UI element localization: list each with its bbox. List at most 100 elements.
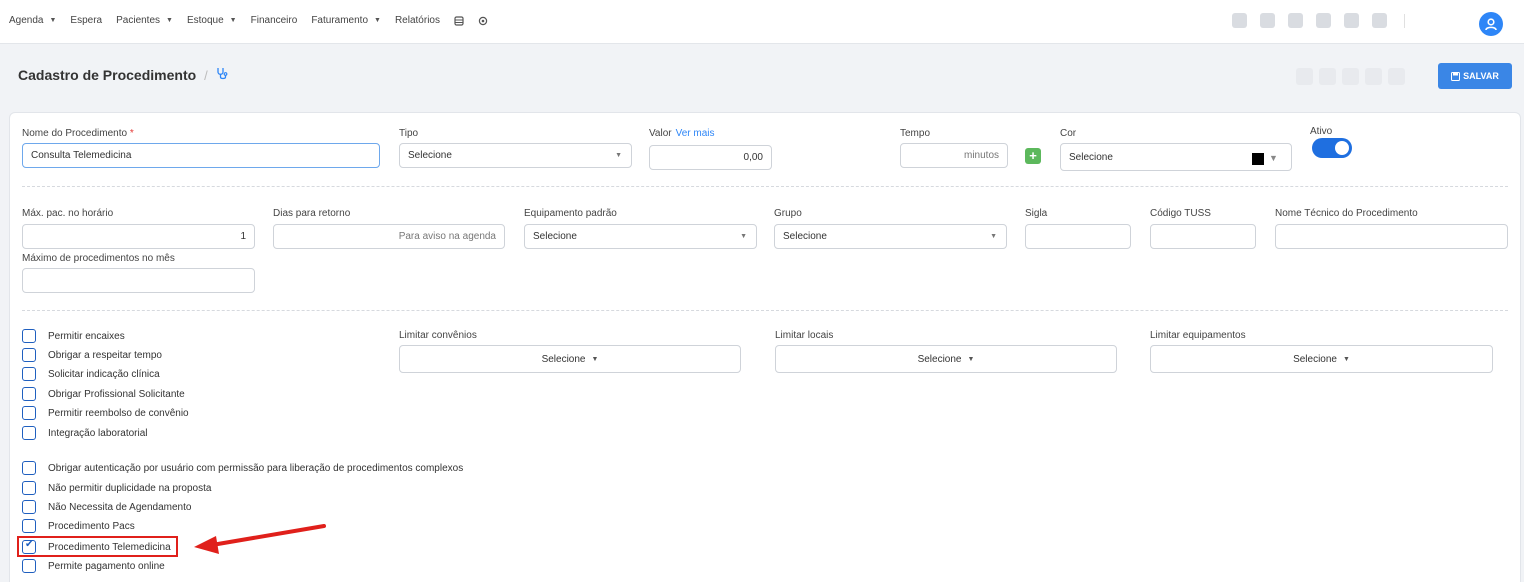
tipo-select[interactable]: Selecione ▼ [399,143,632,168]
action-icon[interactable] [1342,68,1359,85]
checkbox[interactable] [22,329,36,343]
chevron-down-icon: ▼ [740,233,747,240]
avatar[interactable] [1479,12,1503,36]
limitar-equipamentos-select[interactable]: Selecione ▼ [1150,345,1493,373]
nome-tecnico-input[interactable] [1275,224,1508,249]
ver-mais-link[interactable]: Ver mais [676,128,715,139]
limitar-locais-select[interactable]: Selecione ▼ [775,345,1117,373]
pen-icon[interactable] [1232,13,1247,28]
chevron-down-icon: ▼ [229,17,237,24]
edit-icon[interactable] [1344,13,1359,28]
sigla-input[interactable] [1025,224,1131,249]
page-heading: Cadastro de Procedimento / [18,67,229,83]
nome-tecnico-label: Nome Técnico do Procedimento [1275,208,1418,219]
color-swatch [1252,153,1264,165]
checkbox[interactable] [22,348,36,362]
checkbox-integracao-laboratorial[interactable]: Integração laboratorial [22,426,148,440]
nome-label: Nome do Procedimento * [22,128,134,139]
chevron-down-icon: ▼ [49,17,57,24]
action-icon[interactable] [1296,68,1313,85]
checkbox-procedimento-pacs[interactable]: Procedimento Pacs [22,519,135,533]
checkbox[interactable] [22,461,36,475]
chevron-down-icon: ▼ [615,152,622,159]
chevron-down-icon: ▼ [967,355,975,363]
limitar-equipamentos-label: Limitar equipamentos [1150,330,1246,341]
checkbox[interactable] [22,559,36,573]
grupo-label: Grupo [774,208,802,219]
dias-retorno-label: Dias para retorno [273,208,351,219]
chevron-down-icon: ▼ [990,233,997,240]
gear-icon[interactable] [478,16,488,26]
printer-icon[interactable] [1372,13,1387,28]
toggle-knob [1335,141,1349,155]
action-icon[interactable] [1365,68,1382,85]
top-navbar: Agenda ▼ Espera Pacientes ▼ Estoque ▼ Finan… [0,0,1524,44]
checkbox[interactable] [22,406,36,420]
menu-financeiro[interactable]: Financeiro [251,15,298,26]
codigo-tuss-input[interactable] [1150,224,1256,249]
equipamento-label: Equipamento padrão [524,208,617,219]
checkbox[interactable] [22,367,36,381]
chevron-down-icon: ▼ [1269,153,1278,163]
section-divider [22,186,1508,187]
max-pac-input[interactable]: 1 [22,224,255,249]
breadcrumb-separator: / [204,67,208,83]
checkbox-reembolso-convenio[interactable]: Permitir reembolso de convênio [22,406,189,420]
checkbox-profissional-solicitante[interactable]: Obrigar Profissional Solicitante [22,387,185,401]
limitar-convenios-label: Limitar convênios [399,330,477,341]
add-tempo-button[interactable]: + [1025,148,1041,164]
checkbox[interactable] [22,481,36,495]
checkbox-pagamento-online[interactable]: Permite pagamento online [22,559,165,573]
header-actions [1296,68,1405,85]
tipo-label: Tipo [399,128,419,139]
main-menu: Agenda ▼ Espera Pacientes ▼ Estoque ▼ Finan… [9,15,488,26]
ativo-label: Ativo [1310,126,1333,137]
dias-retorno-input[interactable]: Para aviso na agenda [273,224,505,249]
valor-label: Valor Ver mais [649,128,715,139]
save-button[interactable]: SALVAR [1438,63,1512,89]
page-title: Cadastro de Procedimento [18,67,197,83]
id-card-icon[interactable] [1260,13,1275,28]
valor-input[interactable]: 0,00 [649,145,772,170]
menu-espera[interactable]: Espera [70,15,102,26]
checkbox-autenticacao-usuario[interactable]: Obrigar autenticação por usuário com per… [22,461,463,475]
stethoscope-icon [216,67,229,83]
checkbox-nao-necessita-agendamento[interactable]: Não Necessita de Agendamento [22,500,191,514]
grupo-select[interactable]: Selecione ▼ [774,224,1007,249]
chevron-down-icon: ▼ [591,355,599,363]
tuss-label: Código TUSS [1150,208,1211,219]
menu-relatorios[interactable]: Relatórios [395,15,440,26]
database-icon[interactable] [454,15,464,26]
checkbox-permitir-encaixes[interactable]: Permitir encaixes [22,329,125,343]
checkbox-obrigar-tempo[interactable]: Obrigar a respeitar tempo [22,348,162,362]
equipamento-select[interactable]: Selecione ▼ [524,224,757,249]
limitar-convenios-select[interactable]: Selecione ▼ [399,345,741,373]
checkbox-indicacao-clinica[interactable]: Solicitar indicação clínica [22,367,160,381]
menu-faturamento[interactable]: Faturamento ▼ [311,15,381,26]
action-icon[interactable] [1388,68,1405,85]
floppy-icon [1451,71,1461,81]
max-mes-input[interactable] [22,268,255,293]
section-divider [22,310,1508,311]
user-icon [1485,18,1497,31]
menu-agenda[interactable]: Agenda ▼ [9,15,56,26]
checkbox[interactable] [22,426,36,440]
ativo-toggle[interactable] [1312,138,1352,158]
tempo-input[interactable]: minutos [900,143,1008,168]
action-icon[interactable] [1319,68,1336,85]
checkbox[interactable] [22,519,36,533]
nome-procedimento-input[interactable]: Consulta Telemedicina [22,143,380,168]
menu-estoque[interactable]: Estoque ▼ [187,15,237,26]
checkbox[interactable] [22,500,36,514]
tool-icon[interactable] [1288,13,1303,28]
menu-pacientes[interactable]: Pacientes ▼ [116,15,173,26]
plus-icon[interactable] [1316,13,1331,28]
chevron-down-icon: ▼ [166,17,173,24]
limitar-locais-label: Limitar locais [775,330,834,341]
sigla-label: Sigla [1025,208,1048,219]
toolbar-icons [1232,13,1405,28]
checkbox[interactable] [22,387,36,401]
arrow-icon [194,524,326,554]
max-mes-label: Máximo de procedimentos no mês [22,253,175,264]
checkbox-duplicidade-proposta[interactable]: Não permitir duplicidade na proposta [22,481,211,495]
